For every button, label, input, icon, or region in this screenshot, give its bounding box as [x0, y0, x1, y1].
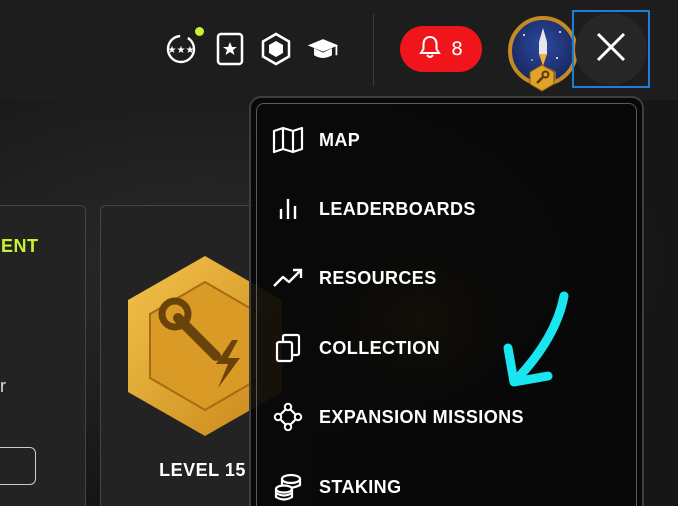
collection-icon — [271, 331, 305, 365]
menu-item-staking[interactable]: STAKING — [271, 465, 601, 506]
navigation-menu: MAP LEADERBOARDS RESOURCES COLLECTION EX… — [249, 96, 644, 506]
menu-item-label: LEADERBOARDS — [319, 198, 476, 219]
menu-item-map[interactable]: MAP — [271, 118, 601, 162]
bell-icon — [419, 35, 441, 64]
left-card-title: ENT — [1, 236, 39, 256]
left-card-button[interactable] — [0, 447, 36, 485]
header-divider — [373, 14, 374, 86]
trending-up-icon — [271, 261, 305, 295]
svg-text:★★★: ★★★ — [168, 45, 195, 56]
close-icon — [594, 30, 628, 69]
menu-item-label: EXPANSION MISSIONS — [319, 406, 524, 427]
menu-item-label: STAKING — [319, 476, 402, 497]
menu-item-expansion-missions[interactable]: EXPANSION MISSIONS — [271, 395, 601, 439]
map-icon — [271, 123, 305, 157]
leaderboard-icon — [271, 192, 305, 226]
menu-item-label: COLLECTION — [319, 337, 440, 358]
graduation-cap-icon[interactable] — [306, 32, 340, 66]
notifications-button[interactable]: 8 — [400, 26, 482, 72]
coins-icon — [271, 470, 305, 504]
menu-inner-border — [256, 103, 637, 506]
menu-item-label: MAP — [319, 129, 361, 150]
annotation-arrow-icon — [498, 288, 578, 398]
close-menu-button[interactable] — [575, 13, 647, 85]
menu-item-leaderboards[interactable]: LEADERBOARDS — [271, 187, 601, 231]
star-card-icon[interactable] — [213, 32, 247, 66]
achievements-icon[interactable]: ★★★ — [164, 32, 198, 66]
avatar-wrench-badge-icon — [528, 64, 556, 92]
menu-item-label: RESOURCES — [319, 267, 437, 288]
notification-count: 8 — [450, 38, 464, 60]
new-indicator-dot — [195, 27, 204, 36]
hexagon-icon[interactable] — [259, 32, 293, 66]
expansion-icon — [271, 400, 305, 434]
left-card-text: r — [0, 376, 6, 396]
